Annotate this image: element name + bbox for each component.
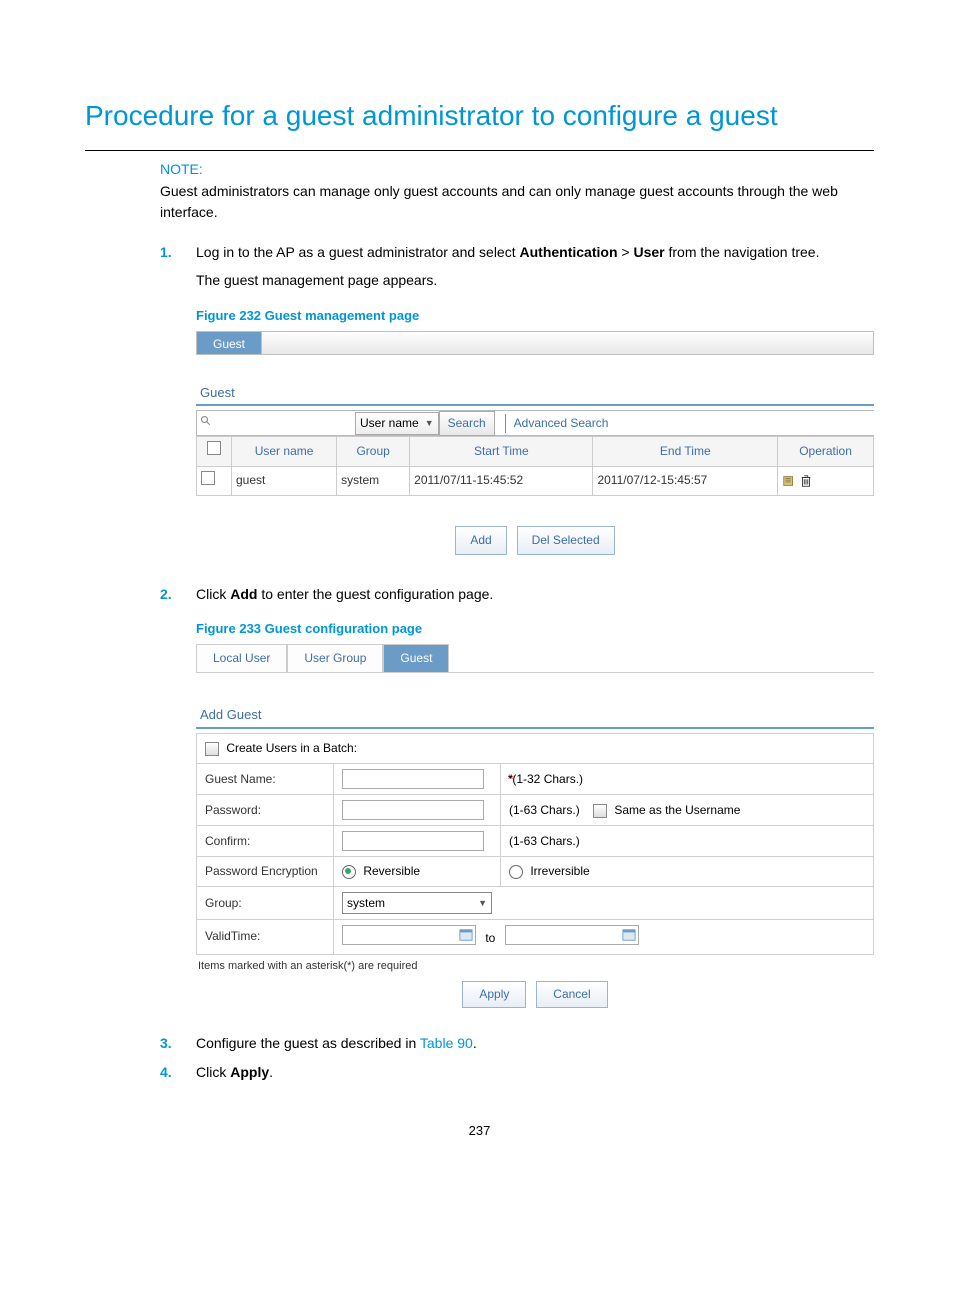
confirm-hint: (1-63 Chars.): [501, 826, 874, 857]
checkbox-icon[interactable]: [205, 742, 219, 756]
nav-user: User: [633, 244, 664, 260]
step-4: Click Apply.: [160, 1061, 874, 1083]
reversible-label: Reversible: [363, 864, 420, 878]
del-selected-button[interactable]: Del Selected: [517, 526, 615, 555]
tab-bar: Guest: [196, 331, 874, 355]
table-header-row: User name Group Start Time End Time Oper…: [197, 437, 874, 466]
table-90-link[interactable]: Table 90: [420, 1035, 473, 1051]
edit-icon[interactable]: [782, 474, 796, 488]
radio-reversible[interactable]: [342, 865, 356, 879]
search-bar: User name ▼ Search Advanced Search: [196, 410, 874, 436]
figure-232: Guest Guest User name ▼ Search Advanced …: [196, 331, 874, 555]
group-select[interactable]: system ▼: [342, 892, 492, 914]
col-endtime: End Time: [593, 437, 778, 466]
validtime-start-input[interactable]: [342, 925, 476, 945]
calendar-icon: [622, 928, 636, 942]
table-row: guest system 2011/07/11-15:45:52 2011/07…: [197, 466, 874, 495]
validtime-label: ValidTime:: [197, 920, 334, 954]
search-button[interactable]: Search: [439, 411, 495, 436]
apply-keyword: Apply: [230, 1064, 269, 1080]
cell-username: guest: [232, 466, 337, 495]
search-input[interactable]: [215, 411, 355, 435]
title-rule: [85, 150, 874, 151]
tab-bar: Local User User Group Guest: [196, 644, 874, 673]
col-operation: Operation: [778, 437, 874, 466]
apply-button[interactable]: Apply: [462, 981, 526, 1008]
figure-233-caption: Figure 233 Guest configuration page: [196, 619, 874, 640]
advanced-search-link[interactable]: Advanced Search: [505, 414, 609, 433]
section-guest: Guest: [200, 383, 874, 404]
page-number: 237: [85, 1123, 874, 1138]
col-username: User name: [232, 437, 337, 466]
step-1-subtext: The guest management page appears.: [196, 269, 874, 291]
action-buttons: Add Del Selected: [196, 526, 874, 555]
chevron-down-icon: ▼: [425, 416, 434, 430]
password-input[interactable]: [342, 800, 484, 820]
nav-authentication: Authentication: [520, 244, 618, 260]
add-guest-form: Create Users in a Batch: Guest Name: **(…: [196, 733, 874, 955]
group-label: Group:: [197, 887, 334, 920]
add-keyword: Add: [230, 586, 257, 602]
section-divider: [196, 727, 874, 729]
tab-user-group[interactable]: User Group: [287, 644, 383, 672]
encryption-label: Password Encryption: [197, 857, 334, 887]
tab-local-user[interactable]: Local User: [196, 644, 287, 672]
step-1-text: Log in to the AP as a guest administrato…: [196, 244, 520, 260]
password-hint: (1-63 Chars.): [509, 803, 580, 817]
checkbox-icon[interactable]: [201, 471, 215, 485]
cell-starttime: 2011/07/11-15:45:52: [410, 466, 593, 495]
calendar-icon: [459, 928, 473, 942]
row-checkbox-cell: [197, 466, 232, 495]
figure-232-caption: Figure 232 Guest management page: [196, 306, 874, 327]
chevron-down-icon: ▼: [478, 896, 487, 910]
tab-guest[interactable]: Guest: [383, 644, 449, 672]
step-3: Configure the guest as described in Tabl…: [160, 1032, 874, 1054]
search-field-value: User name: [360, 414, 419, 433]
guest-name-hint: *(1-32 Chars.): [508, 772, 583, 786]
note-label: NOTE:: [160, 161, 874, 177]
cell-endtime: 2011/07/12-15:45:57: [593, 466, 778, 495]
page-title: Procedure for a guest administrator to c…: [85, 100, 874, 132]
guest-table: User name Group Start Time End Time Oper…: [196, 436, 874, 495]
irreversible-label: Irreversible: [530, 864, 589, 878]
note-text: Guest administrators can manage only gue…: [160, 181, 874, 223]
select-all-cell: [197, 437, 232, 466]
col-starttime: Start Time: [410, 437, 593, 466]
figure-233: Local User User Group Guest Add Guest Cr…: [196, 644, 874, 1008]
password-label: Password:: [197, 795, 334, 826]
required-note: Items marked with an asterisk(*) are req…: [198, 958, 874, 976]
search-icon: [197, 414, 215, 433]
add-button[interactable]: Add: [455, 526, 506, 555]
form-buttons: Apply Cancel: [196, 981, 874, 1008]
confirm-input[interactable]: [342, 831, 484, 851]
guest-name-input[interactable]: [342, 769, 484, 789]
step-1: Log in to the AP as a guest administrato…: [160, 241, 874, 555]
batch-label: Create Users in a Batch:: [226, 741, 357, 755]
checkbox-icon[interactable]: [207, 441, 221, 455]
to-label: to: [485, 931, 495, 945]
radio-irreversible[interactable]: [509, 865, 523, 879]
col-group: Group: [337, 437, 410, 466]
delete-icon[interactable]: [799, 474, 813, 488]
step-2: Click Add to enter the guest configurati…: [160, 583, 874, 1009]
section-add-guest: Add Guest: [200, 705, 874, 726]
tab-guest[interactable]: Guest: [197, 332, 262, 354]
validtime-end-input[interactable]: [505, 925, 639, 945]
cell-operation: [778, 466, 874, 495]
same-username-label: Same as the Username: [614, 803, 740, 817]
guest-name-label: Guest Name:: [197, 764, 334, 795]
confirm-label: Confirm:: [197, 826, 334, 857]
cell-group: system: [337, 466, 410, 495]
checkbox-icon[interactable]: [593, 804, 607, 818]
group-value: system: [347, 894, 385, 913]
search-field-select[interactable]: User name ▼: [355, 412, 439, 435]
cancel-button[interactable]: Cancel: [536, 981, 607, 1008]
section-divider: [196, 404, 874, 406]
